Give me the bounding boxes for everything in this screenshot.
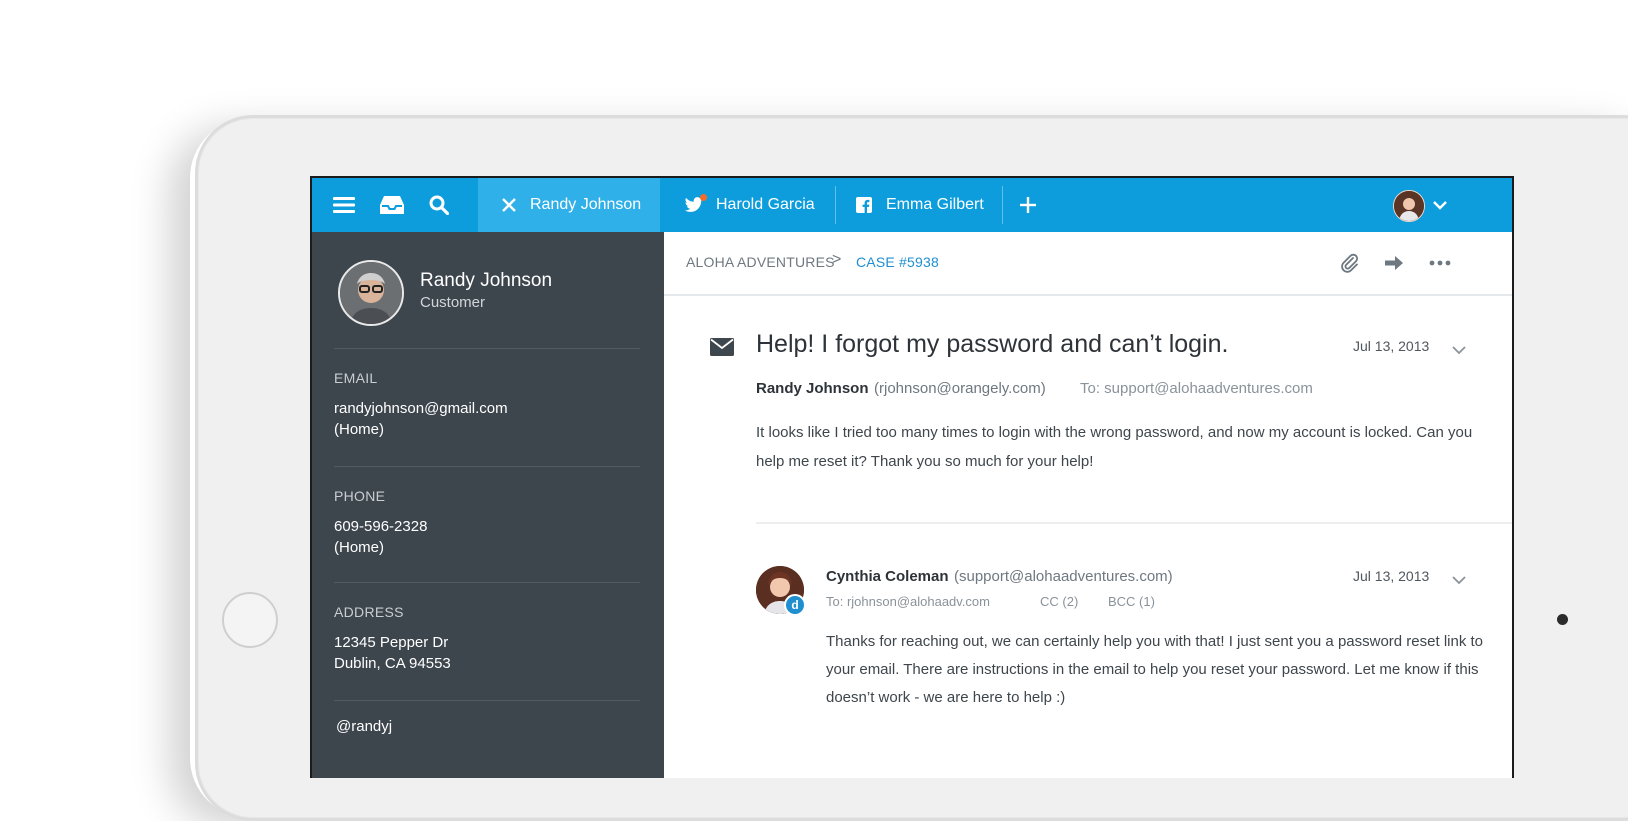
tab-label: Emma Gilbert	[886, 196, 984, 213]
divider	[334, 582, 640, 583]
twitter-icon	[684, 193, 707, 214]
app-screen: Randy Johnson Harold Garcia Emma Gilbert	[310, 176, 1514, 778]
breadcrumb-separator: >	[832, 251, 842, 268]
breadcrumb-case[interactable]: CASE #5938	[856, 254, 939, 270]
agent-name[interactable]: Cynthia Coleman	[826, 568, 949, 585]
customer-avatar	[338, 260, 404, 326]
address-line-2: Dublin, CA 94553	[334, 655, 451, 672]
phone-label: PHONE	[334, 488, 386, 504]
message-body: It looks like I tried too many times to …	[756, 424, 1473, 470]
divider	[334, 700, 640, 701]
email-label: EMAIL	[334, 370, 378, 386]
sender-name[interactable]: Randy Johnson	[756, 380, 869, 397]
social-handle[interactable]: @randyj	[336, 716, 392, 737]
close-icon[interactable]	[502, 198, 516, 212]
add-tab-icon[interactable]	[1003, 178, 1053, 232]
breadcrumb: ALOHA ADVENTURES > CASE #5938	[664, 232, 1512, 296]
reply-recipient: To: rjohnson@alohaadv.com	[826, 594, 990, 609]
tab-label: Harold Garcia	[716, 196, 815, 213]
agent-email: (support@alohaadventures.com)	[954, 568, 1173, 585]
menu-icon[interactable]	[319, 178, 369, 232]
camera-dot	[1557, 614, 1568, 625]
customer-sidebar: Randy Johnson Customer EMAIL randyjohnso…	[312, 232, 664, 778]
reply-body: Thanks for reaching out, we can certainl…	[826, 633, 1484, 706]
chevron-down-icon[interactable]	[1452, 572, 1466, 590]
reply-cc[interactable]: CC (2)	[1040, 594, 1078, 609]
chevron-down-icon[interactable]	[1430, 195, 1450, 215]
reply-bcc[interactable]: BCC (1)	[1108, 594, 1155, 609]
address-line-1: 12345 Pepper Dr	[334, 634, 449, 651]
email-value[interactable]: randyjohnson@gmail.com (Home)	[334, 398, 508, 440]
customer-name: Randy Johnson	[420, 270, 553, 291]
forward-icon[interactable]	[1380, 250, 1408, 276]
user-avatar[interactable]	[1393, 190, 1425, 222]
inbox-icon[interactable]	[367, 178, 417, 232]
more-options-icon[interactable]	[1426, 250, 1454, 276]
phone-value[interactable]: 609-596-2328 (Home)	[334, 516, 427, 558]
facebook-icon	[856, 197, 872, 213]
notification-dot	[700, 193, 707, 201]
message-divider	[756, 522, 1512, 524]
breadcrumb-company[interactable]: ALOHA ADVENTURES	[686, 254, 835, 270]
recipient: To: support@alohaadventures.com	[1080, 380, 1313, 397]
home-button[interactable]	[222, 592, 278, 648]
tab-emma-gilbert[interactable]: Emma Gilbert	[836, 178, 1002, 232]
email-type: (Home)	[334, 421, 385, 438]
divider	[334, 466, 640, 467]
email-address[interactable]: randyjohnson@gmail.com	[334, 398, 508, 419]
tab-randy-johnson[interactable]: Randy Johnson	[478, 178, 660, 232]
search-icon[interactable]	[414, 178, 464, 232]
top-bar: Randy Johnson Harold Garcia Emma Gilbert	[312, 178, 1512, 232]
phone-type: (Home)	[334, 539, 385, 556]
address-label: ADDRESS	[334, 604, 404, 620]
address-value: 12345 Pepper Dr Dublin, CA 94553	[334, 632, 451, 674]
customer-role: Customer	[420, 294, 486, 311]
sender-email: (rjohnson@orangely.com)	[874, 380, 1046, 397]
tab-harold-garcia[interactable]: Harold Garcia	[660, 178, 835, 232]
reply-date: Jul 13, 2013	[1353, 568, 1430, 584]
attachment-icon[interactable]	[1336, 250, 1364, 276]
message-date: Jul 13, 2013	[1353, 338, 1430, 354]
desk-badge-icon: d	[784, 594, 806, 616]
chevron-down-icon[interactable]	[1452, 342, 1466, 360]
message-subject: Help! I forgot my password and can’t log…	[756, 330, 1229, 358]
phone-number[interactable]: 609-596-2328	[334, 516, 427, 537]
tab-label: Randy Johnson	[530, 196, 642, 213]
divider	[334, 348, 640, 349]
email-icon	[710, 338, 734, 361]
case-content: ALOHA ADVENTURES > CASE #5938 Help! I fo…	[664, 232, 1512, 778]
